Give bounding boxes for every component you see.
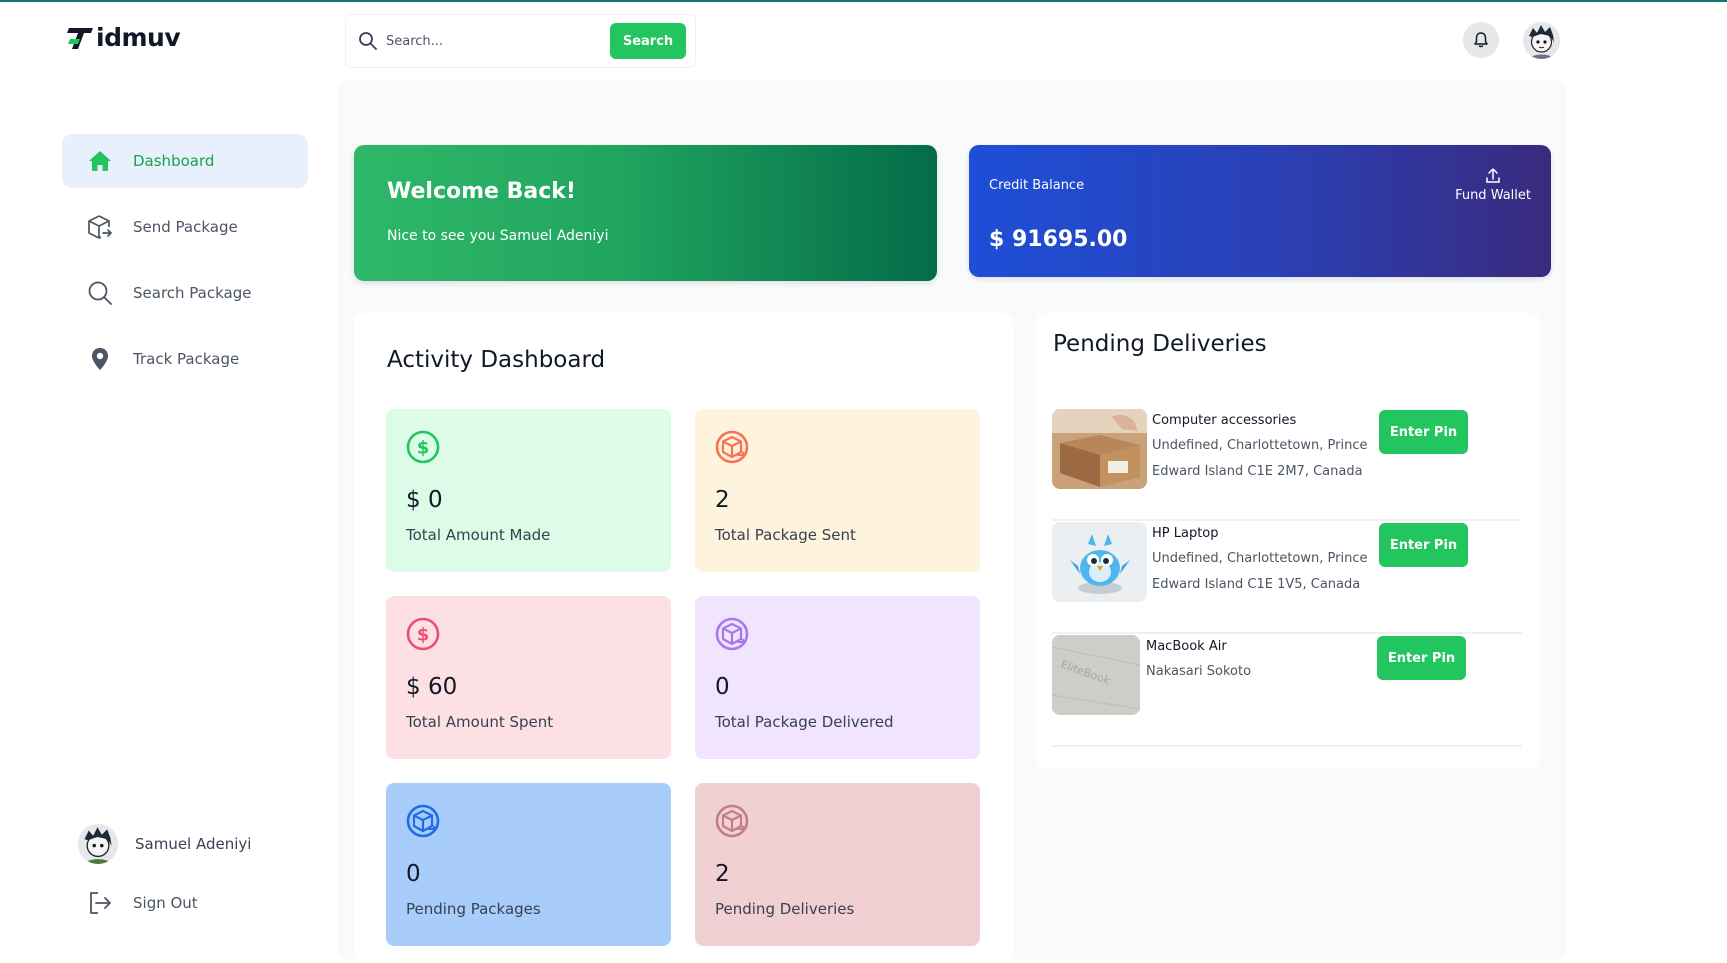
- search-icon: [87, 280, 113, 306]
- pending-delivery-item: EliteBook MacBook Air Nakasari Sokoto En…: [1052, 635, 1522, 747]
- fund-wallet-button[interactable]: Fund Wallet: [1455, 167, 1531, 203]
- avatar-image-icon: [78, 824, 118, 864]
- stat-value: $ 60: [406, 674, 458, 700]
- stat-value: 2: [715, 487, 730, 513]
- sidebar-item-label: Search Package: [133, 284, 252, 302]
- package-thumbnail: [1052, 522, 1147, 602]
- logo-mark-icon: [67, 28, 93, 49]
- credit-balance-label: Credit Balance: [989, 178, 1085, 193]
- package-thumbnail: [1052, 409, 1147, 489]
- dollar-icon: $: [406, 430, 440, 464]
- stat-value: 2: [715, 861, 730, 887]
- package-address-line1: Nakasari Sokoto: [1146, 664, 1252, 679]
- stat-caption: Total Package Delivered: [715, 713, 894, 731]
- pending-title: Pending Deliveries: [1053, 331, 1267, 357]
- sidebar-nav: Dashboard Send Package Search Package Tr…: [62, 134, 308, 398]
- stat-card-total-package-sent: 2 Total Package Sent: [695, 409, 980, 572]
- enter-pin-button[interactable]: Enter Pin: [1379, 523, 1468, 567]
- svg-text:$: $: [417, 625, 430, 646]
- user-avatar[interactable]: [1523, 22, 1560, 59]
- enter-pin-button[interactable]: Enter Pin: [1377, 636, 1466, 680]
- location-pin-icon: [87, 346, 113, 372]
- stat-card-total-package-delivered: 0 Total Package Delivered: [695, 596, 980, 759]
- sign-out-label: Sign Out: [133, 894, 198, 912]
- pending-delivery-item: Computer accessories Undefined, Charlott…: [1052, 409, 1522, 521]
- stat-card-pending-packages: 0 Pending Packages: [386, 783, 671, 946]
- package-address-line1: Undefined, Charlottetown, Prince: [1152, 551, 1368, 566]
- package-icon: [715, 804, 749, 838]
- stat-value: 0: [715, 674, 730, 700]
- activity-dashboard: Activity Dashboard $ $ 0 Total Amount Ma…: [354, 313, 1013, 963]
- welcome-banner: Welcome Back! Nice to see you Samuel Ade…: [354, 145, 937, 281]
- sign-out-icon: [87, 890, 113, 916]
- sidebar-item-label: Track Package: [133, 350, 240, 368]
- stat-caption: Total Amount Made: [406, 526, 551, 544]
- box-send-icon: [87, 214, 113, 240]
- search-icon: [359, 32, 377, 50]
- sidebar-item-dashboard[interactable]: Dashboard: [62, 134, 308, 188]
- upload-icon: [1486, 168, 1500, 183]
- sidebar-item-send-package[interactable]: Send Package: [62, 200, 308, 254]
- welcome-subtitle: Nice to see you Samuel Adeniyi: [387, 228, 609, 244]
- blue-bird-icon: [1052, 522, 1147, 602]
- package-icon: [715, 617, 749, 651]
- stat-card-total-amount-made: $ $ 0 Total Amount Made: [386, 409, 671, 572]
- dollar-icon: $: [406, 617, 440, 651]
- sidebar-item-label: Dashboard: [133, 152, 215, 170]
- package-icon: [406, 804, 440, 838]
- search-bar: Search: [345, 14, 696, 68]
- avatar: [78, 824, 118, 864]
- notifications-button[interactable]: [1463, 22, 1499, 58]
- pending-delivery-item: HP Laptop Undefined, Charlottetown, Prin…: [1052, 522, 1522, 634]
- logo-text: idmuv: [96, 22, 181, 52]
- sign-out-button[interactable]: Sign Out: [87, 890, 198, 916]
- package-address-line2: Edward Island C1E 2M7, Canada: [1152, 464, 1363, 479]
- credit-balance-card: Credit Balance $ 91695.00 Fund Wallet: [969, 145, 1551, 277]
- package-name: MacBook Air: [1146, 639, 1227, 654]
- package-address-line2: Edward Island C1E 1V5, Canada: [1152, 577, 1361, 592]
- svg-text:$: $: [417, 438, 430, 459]
- avatar-image-icon: [1523, 22, 1560, 59]
- home-icon: [87, 148, 113, 174]
- sidebar-item-label: Send Package: [133, 218, 238, 236]
- stat-caption: Total Package Sent: [715, 526, 856, 544]
- cardboard-boxes-icon: [1052, 409, 1147, 489]
- fund-wallet-label: Fund Wallet: [1455, 188, 1531, 203]
- stat-card-pending-deliveries: 2 Pending Deliveries: [695, 783, 980, 946]
- pending-deliveries-panel: Pending Deliveries Computer accessories …: [1036, 313, 1540, 768]
- search-button[interactable]: Search: [610, 23, 686, 59]
- top-accent-line: [0, 0, 1727, 2]
- stat-value: 0: [406, 861, 421, 887]
- sidebar-item-track-package[interactable]: Track Package: [62, 332, 308, 386]
- package-address-line1: Undefined, Charlottetown, Prince: [1152, 438, 1368, 453]
- enter-pin-button[interactable]: Enter Pin: [1379, 410, 1468, 454]
- stat-caption: Pending Packages: [406, 900, 541, 918]
- welcome-title: Welcome Back!: [387, 179, 576, 204]
- laptop-lid-icon: EliteBook: [1052, 635, 1140, 715]
- stat-value: $ 0: [406, 487, 443, 513]
- search-input[interactable]: [386, 33, 596, 49]
- package-icon: [715, 430, 749, 464]
- package-thumbnail: EliteBook: [1052, 635, 1140, 715]
- stat-caption: Total Amount Spent: [406, 713, 554, 731]
- sidebar-user-name: Samuel Adeniyi: [135, 835, 252, 853]
- logo[interactable]: idmuv: [66, 22, 181, 52]
- credit-balance-amount: $ 91695.00: [989, 227, 1128, 252]
- bell-icon: [1474, 32, 1488, 48]
- sidebar-item-search-package[interactable]: Search Package: [62, 266, 308, 320]
- package-name: HP Laptop: [1152, 526, 1219, 541]
- stat-caption: Pending Deliveries: [715, 900, 855, 918]
- sidebar-user[interactable]: Samuel Adeniyi: [78, 824, 251, 864]
- activity-title: Activity Dashboard: [387, 347, 606, 373]
- stat-card-total-amount-spent: $ $ 60 Total Amount Spent: [386, 596, 671, 759]
- package-name: Computer accessories: [1152, 413, 1297, 428]
